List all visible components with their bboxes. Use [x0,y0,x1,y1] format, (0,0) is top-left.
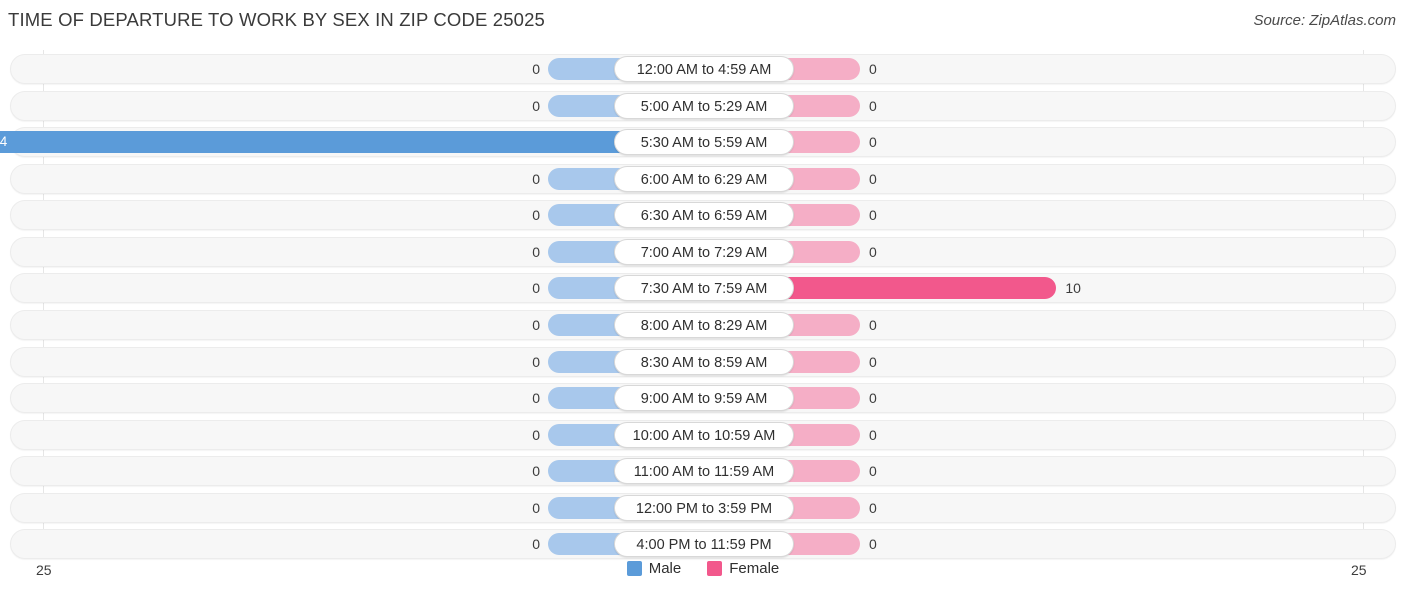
value-label-female: 0 [869,463,877,480]
source-attribution: Source: ZipAtlas.com [1253,12,1396,29]
category-label: 10:00 AM to 10:59 AM [614,421,794,448]
value-label-male: 0 [532,390,540,407]
category-label: 11:00 AM to 11:59 AM [614,458,794,485]
value-label-female: 0 [869,353,877,370]
table-row[interactable]: 0 0 8:00 AM to 8:29 AM [10,309,1396,340]
legend-swatch-male [626,561,642,576]
value-label-male: 0 [532,353,540,370]
value-label-female: 0 [869,170,877,187]
value-label-male: 0 [532,243,540,260]
value-label-male: 0 [532,280,540,297]
legend-label-female: Female [729,560,780,577]
table-row[interactable]: 0 0 6:30 AM to 6:59 AM [10,200,1396,231]
value-label-female: 0 [869,207,877,224]
table-row[interactable]: 0 0 12:00 AM to 4:59 AM [10,54,1396,84]
table-row[interactable]: 0 0 7:00 AM to 7:29 AM [10,236,1396,267]
value-label-male: 0 [532,207,540,224]
value-label-male: 0 [532,61,540,77]
table-row[interactable]: 0 0 11:00 AM to 11:59 AM [10,456,1396,487]
category-label: 5:30 AM to 5:59 AM [614,129,794,156]
category-label: 4:00 PM to 11:59 PM [614,531,794,558]
table-row[interactable]: 0 0 12:00 PM to 3:59 PM [10,492,1396,523]
category-label: 7:00 AM to 7:29 AM [614,238,794,265]
value-label-female: 0 [869,390,877,407]
value-label-female: 0 [869,243,877,260]
value-label-male: 0 [532,463,540,480]
category-label: 8:00 AM to 8:29 AM [614,311,794,338]
value-label-male: 0 [532,170,540,187]
category-label: 12:00 AM to 4:59 AM [614,56,794,82]
plot-area: 0 0 12:00 AM to 4:59 AM 0 0 5:00 AM to 5:29 A… [0,50,1406,560]
value-label-male: 0 [532,536,540,553]
value-label-female: 0 [869,316,877,333]
value-label-female: 0 [869,61,877,77]
value-label-male: 24 [0,134,8,150]
value-label-female: 0 [869,499,877,516]
table-row[interactable]: 0 0 4:00 PM to 11:59 PM [10,529,1396,560]
bar-male[interactable] [0,131,704,154]
chart-legend: Male Female [0,560,1406,577]
table-row[interactable]: 0 0 8:30 AM to 8:59 AM [10,346,1396,377]
legend-item-male[interactable]: Male [626,560,682,577]
value-label-female: 0 [869,97,877,114]
value-label-female: 0 [869,536,877,553]
category-label: 5:00 AM to 5:29 AM [614,92,794,119]
chart-container: TIME OF DEPARTURE TO WORK BY SEX IN ZIP … [0,0,1406,595]
category-label: 6:30 AM to 6:59 AM [614,202,794,229]
legend-item-female[interactable]: Female [707,560,779,577]
category-label: 12:00 PM to 3:59 PM [614,494,794,521]
legend-swatch-female [707,561,723,576]
category-label: 6:00 AM to 6:29 AM [614,165,794,192]
value-label-female: 10 [1065,280,1081,297]
legend-label-male: Male [648,560,682,577]
value-label-male: 0 [532,426,540,443]
value-label-male: 0 [532,316,540,333]
page-title: TIME OF DEPARTURE TO WORK BY SEX IN ZIP … [8,9,545,30]
table-row[interactable]: 0 0 9:00 AM to 9:59 AM [10,383,1396,414]
table-row[interactable]: 0 0 10:00 AM to 10:59 AM [10,419,1396,450]
table-row[interactable]: 24 0 5:30 AM to 5:59 AM [0,127,1396,158]
value-label-male: 0 [532,499,540,516]
table-row[interactable]: 0 10 7:30 AM to 7:59 AM [10,273,1396,304]
value-label-male: 0 [532,97,540,114]
category-label: 7:30 AM to 7:59 AM [614,275,794,302]
table-row[interactable]: 0 0 5:00 AM to 5:29 AM [10,90,1396,121]
category-label: 9:00 AM to 9:59 AM [614,385,794,412]
category-label: 8:30 AM to 8:59 AM [614,348,794,375]
table-row[interactable]: 0 0 6:00 AM to 6:29 AM [10,163,1396,194]
value-label-female: 0 [869,426,877,443]
value-label-female: 0 [869,134,877,151]
